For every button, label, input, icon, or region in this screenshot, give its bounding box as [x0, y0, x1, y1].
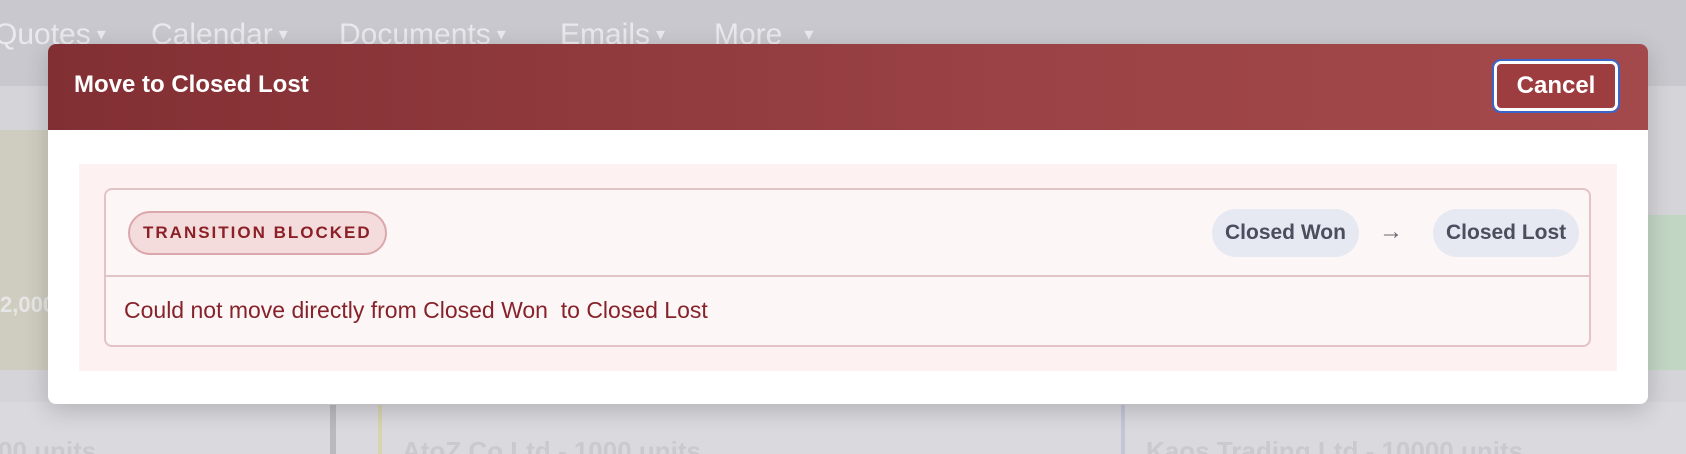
- arrow-right-icon: →: [1379, 218, 1403, 245]
- transition-error-alert: TRANSITION BLOCKED Closed Won → Closed L…: [104, 188, 1591, 347]
- chevron-down-icon: ▾: [96, 24, 106, 44]
- background-divider: [378, 405, 382, 454]
- background-list-item: 00 units: [0, 436, 97, 454]
- background-list-item: Kaos Trading Ltd - 10000 units: [1146, 436, 1524, 454]
- dialog-title: Move to Closed Lost: [74, 71, 309, 98]
- background-list-item: AtoZ Co Ltd - 1000 units: [402, 436, 701, 454]
- status-badge: TRANSITION BLOCKED: [128, 211, 387, 255]
- background-divider: [1121, 405, 1125, 454]
- chevron-down-icon: ▾: [278, 24, 288, 44]
- dialog-body: TRANSITION BLOCKED Closed Won → Closed L…: [79, 164, 1617, 371]
- cancel-button[interactable]: Cancel: [1492, 59, 1620, 113]
- background-divider: [330, 405, 336, 454]
- chevron-down-icon: ▾: [804, 24, 814, 44]
- chevron-down-icon: ▾: [656, 24, 666, 44]
- from-stage-chip: Closed Won: [1212, 209, 1359, 257]
- to-stage-chip: Closed Lost: [1433, 209, 1580, 257]
- error-message: Could not move directly from Closed Won …: [124, 297, 708, 323]
- chevron-down-icon: ▾: [496, 24, 506, 44]
- move-stage-dialog: Move to Closed Lost Cancel TRANSITION BL…: [48, 44, 1648, 404]
- alert-header: TRANSITION BLOCKED Closed Won → Closed L…: [106, 190, 1589, 277]
- dialog-header: Move to Closed Lost Cancel: [48, 44, 1648, 130]
